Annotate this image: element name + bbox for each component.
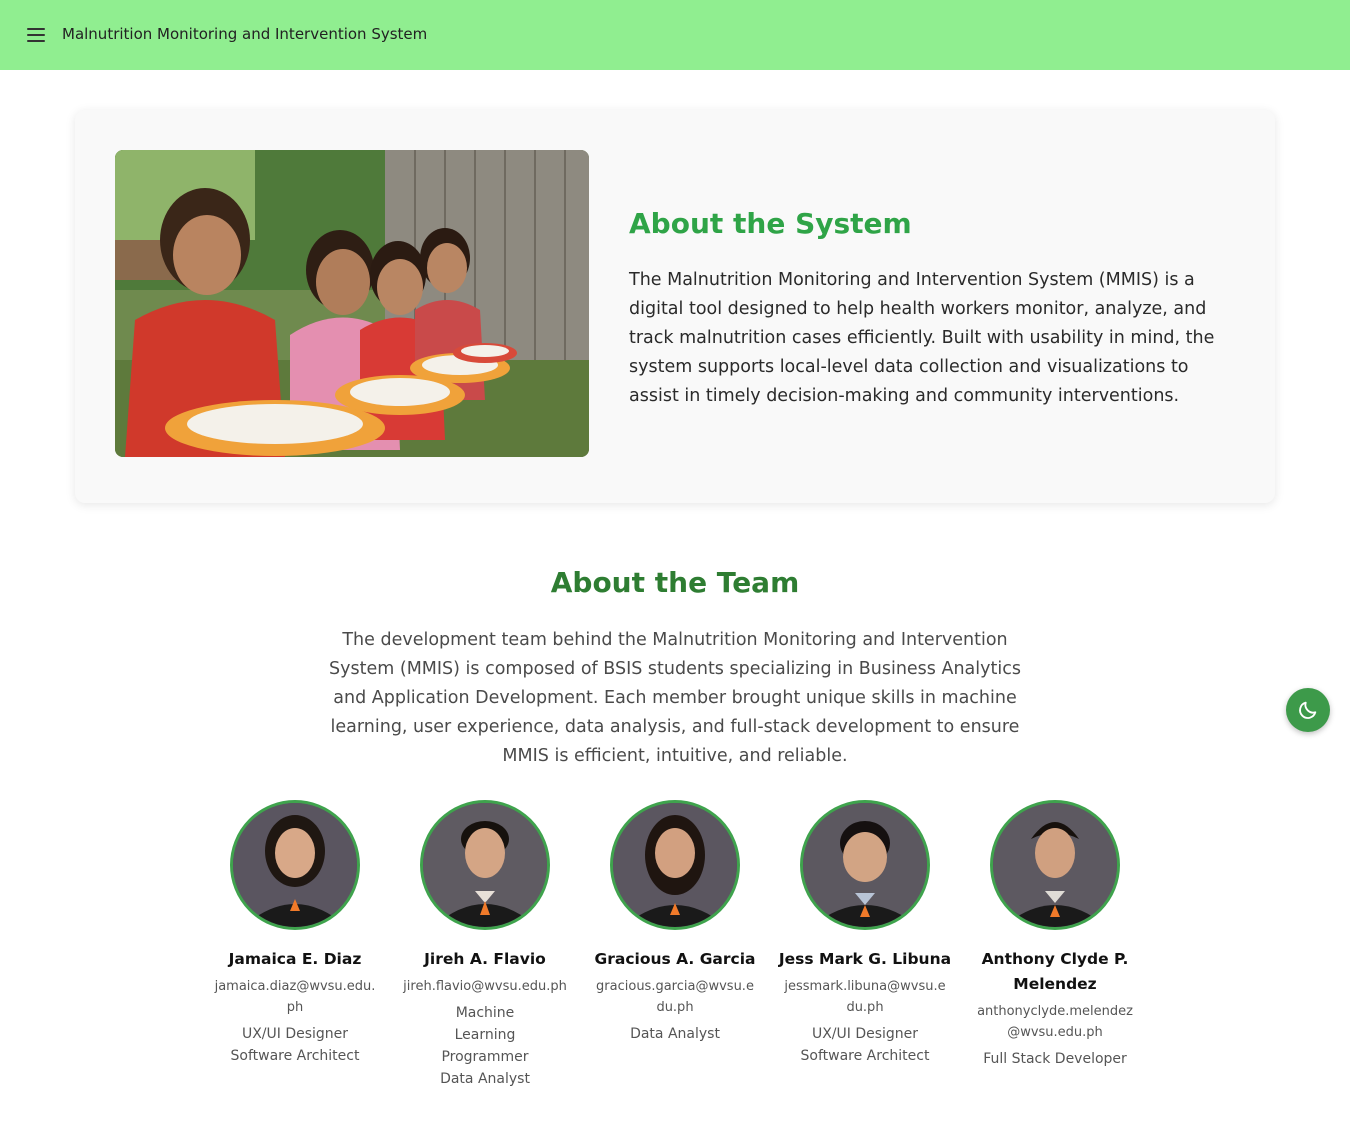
about-system-card: About the System The Malnutrition Monito… <box>75 110 1275 503</box>
app-title: Malnutrition Monitoring and Intervention… <box>62 25 428 43</box>
member-email[interactable]: gracious.garcia@wvsu.edu.ph <box>580 976 770 1018</box>
member-email[interactable]: anthonyclyde.melendez@wvsu.edu.ph <box>960 1001 1150 1043</box>
member-avatar <box>610 800 740 930</box>
moon-icon <box>1299 701 1317 719</box>
hamburger-menu-icon[interactable] <box>24 24 48 46</box>
member-role: Software Architect <box>800 1048 930 1064</box>
member-role: Data Analyst <box>630 1026 720 1042</box>
member-email[interactable]: jamaica.diaz@wvsu.edu.ph <box>200 976 390 1018</box>
member-email[interactable]: jessmark.libuna@wvsu.edu.ph <box>770 976 960 1018</box>
about-team-description: The development team behind the Malnutri… <box>329 630 1021 766</box>
member-email[interactable]: jireh.flavio@wvsu.edu.ph <box>390 976 580 997</box>
member-name: Jess Mark G. Libuna <box>778 950 952 968</box>
member-role: Machine Learning Programmer <box>441 1005 529 1065</box>
member-role: Software Architect <box>230 1048 360 1064</box>
team-member-card: Gracious A. Garcia gracious.garcia@wvsu.… <box>580 800 770 1045</box>
member-name: Jireh A. Flavio <box>424 950 546 968</box>
member-role: UX/UI Designer <box>811 1026 919 1042</box>
team-member-card: Jess Mark G. Libuna jessmark.libuna@wvsu… <box>770 800 960 1067</box>
member-avatar <box>230 800 360 930</box>
member-name: Gracious A. Garcia <box>594 950 756 968</box>
member-avatar <box>420 800 550 930</box>
member-avatar <box>990 800 1120 930</box>
about-system-description: The Malnutrition Monitoring and Interven… <box>629 270 1215 406</box>
member-role: Full Stack Developer <box>983 1051 1127 1067</box>
team-member-card: Jamaica E. Diaz jamaica.diaz@wvsu.edu.ph… <box>200 800 390 1067</box>
top-app-bar: Malnutrition Monitoring and Intervention… <box>0 0 1350 70</box>
about-team-heading: About the Team <box>550 566 800 599</box>
children-eating-photo <box>115 150 589 457</box>
member-avatar <box>800 800 930 930</box>
dark-mode-toggle-button[interactable] <box>1286 688 1330 732</box>
team-member-card: Anthony Clyde P. Melendez anthonyclyde.m… <box>960 800 1150 1070</box>
member-name: Jamaica E. Diaz <box>228 950 362 968</box>
member-role: Data Analyst <box>440 1071 530 1087</box>
team-member-card: Jireh A. Flavio jireh.flavio@wvsu.edu.ph… <box>390 800 580 1090</box>
member-name: Anthony Clyde P. Melendez <box>981 950 1129 993</box>
about-system-heading: About the System <box>629 207 912 240</box>
member-role: UX/UI Designer <box>241 1026 349 1042</box>
